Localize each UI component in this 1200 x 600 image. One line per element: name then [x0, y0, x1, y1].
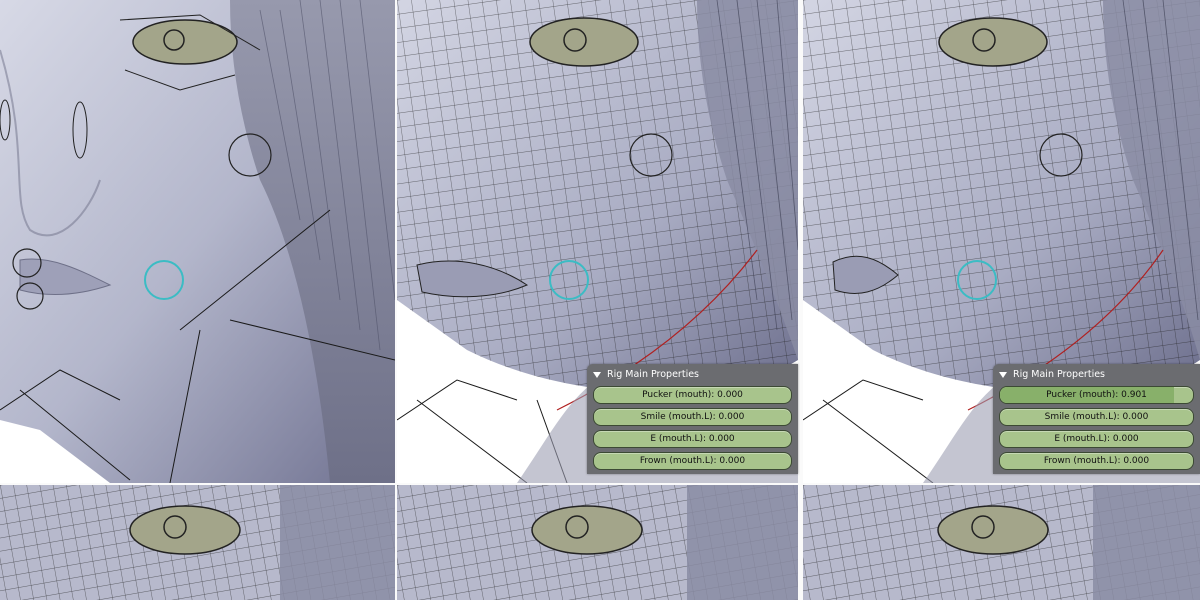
- smile-slider[interactable]: Smile (mouth.L): 0.000: [999, 408, 1194, 426]
- slider-label: E (mouth.L): 0.000: [650, 434, 735, 444]
- slider-label: Smile (mouth.L): 0.000: [1044, 412, 1149, 422]
- divider: [798, 0, 803, 600]
- panel-header[interactable]: Rig Main Properties: [993, 364, 1200, 386]
- frown-slider[interactable]: Frown (mouth.L): 0.000: [999, 452, 1194, 470]
- viewport-eye-closeup-2: [397, 485, 798, 600]
- disclosure-triangle-icon[interactable]: [593, 372, 601, 378]
- pucker-slider[interactable]: Pucker (mouth): 0.901: [999, 386, 1194, 404]
- render-collage: Rig Main Properties Pucker (mouth): 0.00…: [0, 0, 1200, 600]
- e-slider[interactable]: E (mouth.L): 0.000: [999, 430, 1194, 448]
- viewport-smooth-face: [0, 0, 395, 483]
- smile-slider[interactable]: Smile (mouth.L): 0.000: [593, 408, 792, 426]
- slider-label: Frown (mouth.L): 0.000: [639, 456, 746, 466]
- rig-properties-panel: Rig Main Properties Pucker (mouth): 0.90…: [993, 364, 1200, 474]
- divider: [0, 483, 1200, 485]
- panel-title: Rig Main Properties: [607, 369, 699, 380]
- slider-label: E (mouth.L): 0.000: [1054, 434, 1139, 444]
- disclosure-triangle-icon[interactable]: [999, 372, 1007, 378]
- e-slider[interactable]: E (mouth.L): 0.000: [593, 430, 792, 448]
- viewport-eye-closeup-3: [803, 485, 1200, 600]
- panel-title: Rig Main Properties: [1013, 369, 1105, 380]
- divider: [395, 0, 397, 600]
- pucker-slider[interactable]: Pucker (mouth): 0.000: [593, 386, 792, 404]
- frown-slider[interactable]: Frown (mouth.L): 0.000: [593, 452, 792, 470]
- rig-properties-panel: Rig Main Properties Pucker (mouth): 0.00…: [587, 364, 798, 474]
- viewport-eye-closeup-1: [0, 485, 395, 600]
- slider-label: Pucker (mouth): 0.000: [642, 390, 743, 400]
- slider-label: Frown (mouth.L): 0.000: [1043, 456, 1150, 466]
- slider-label: Pucker (mouth): 0.901: [1046, 390, 1147, 400]
- panel-header[interactable]: Rig Main Properties: [587, 364, 798, 386]
- slider-label: Smile (mouth.L): 0.000: [640, 412, 745, 422]
